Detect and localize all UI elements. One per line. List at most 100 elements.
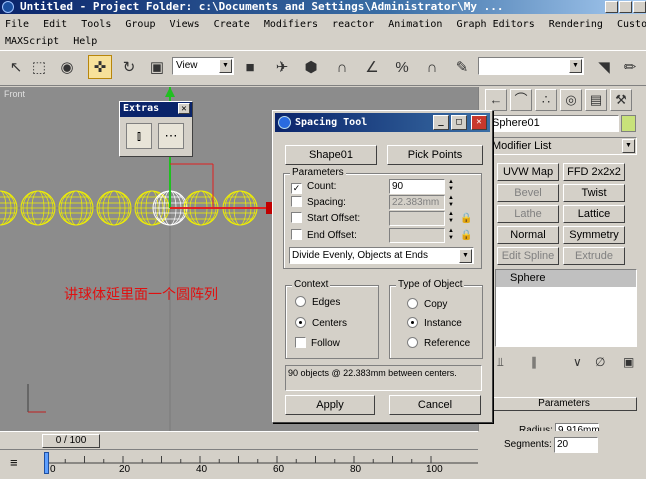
modifier-uvw-map-button[interactable]: UVW Map <box>497 163 559 181</box>
context-follow-option[interactable]: Follow <box>295 337 340 350</box>
reference-radio[interactable] <box>407 337 418 348</box>
utilities-tab-icon[interactable]: ⚒ <box>610 89 632 111</box>
menu-rendering[interactable]: Rendering <box>545 16 607 33</box>
end-offset-spinner[interactable]: ▲ ▼ <box>446 228 456 243</box>
menu-maxscript[interactable]: MAXScript <box>1 33 63 50</box>
type-copy-option[interactable]: Copy <box>407 298 447 311</box>
remove-modifier-icon[interactable]: ∅ <box>595 355 605 369</box>
mirror-icon[interactable]: ◥ <box>592 55 616 79</box>
menu-create[interactable]: Create <box>210 16 254 33</box>
manipulate-icon[interactable]: ✈ <box>270 55 294 79</box>
modifier-ffd-button[interactable]: FFD 2x2x2 <box>563 163 625 181</box>
show-end-result-icon[interactable]: ∥ <box>531 355 537 369</box>
lock-icon[interactable]: 🔒 <box>460 212 472 225</box>
use-pivot-icon[interactable]: ■ <box>238 55 262 79</box>
cancel-button[interactable]: Cancel <box>389 395 481 415</box>
modifier-twist-button[interactable]: Twist <box>563 184 625 202</box>
count-spinner[interactable]: ▲ ▼ <box>446 179 456 194</box>
menu-modifiers[interactable]: Modifiers <box>260 16 322 33</box>
percent-snap-icon[interactable]: % <box>390 55 414 79</box>
menu-animation[interactable]: Animation <box>384 16 446 33</box>
window-crossing-icon[interactable]: ◉ <box>55 55 79 79</box>
object-name-field[interactable]: Sphere01 <box>489 115 619 132</box>
menu-tools[interactable]: Tools <box>77 16 115 33</box>
menu-views[interactable]: Views <box>166 16 204 33</box>
end-offset-checkbox[interactable] <box>291 229 302 240</box>
menu-reactor[interactable]: reactor <box>328 16 378 33</box>
reference-coordinate-select[interactable]: View ▼ <box>172 57 234 75</box>
pin-stack-icon[interactable]: ⫫ <box>497 355 504 370</box>
start-offset-checkbox[interactable] <box>291 212 302 223</box>
motion-tab-icon[interactable]: ◎ <box>560 89 582 111</box>
stack-item-sphere[interactable]: Sphere <box>496 270 636 287</box>
menu-help[interactable]: Help <box>69 33 101 50</box>
time-slider-thumb[interactable]: 0 / 100 <box>42 434 100 448</box>
follow-checkbox[interactable] <box>295 337 306 348</box>
current-frame-marker[interactable] <box>44 452 49 474</box>
edges-radio[interactable] <box>295 296 306 307</box>
extras-toolbar[interactable]: Extras ✕ ⫾ ⋯ <box>119 101 193 157</box>
centers-radio[interactable] <box>295 317 306 328</box>
close-icon[interactable]: ✕ <box>178 103 190 114</box>
select-icon[interactable]: ↖ <box>4 55 28 79</box>
context-centers-option[interactable]: Centers <box>295 317 347 330</box>
close-button[interactable] <box>633 1 646 13</box>
menu-graph-editors[interactable]: Graph Editors <box>452 16 538 33</box>
time-slider[interactable]: 0 / 100 <box>0 431 478 449</box>
move-icon[interactable]: ✜ <box>88 55 112 79</box>
start-offset-spinner[interactable]: ▲ ▼ <box>446 211 456 226</box>
modifier-lathe-button[interactable]: Lathe <box>497 205 559 223</box>
modifier-normal-button[interactable]: Normal <box>497 226 559 244</box>
spinner-snap-icon[interactable]: ∩ <box>420 55 444 79</box>
count-checkbox[interactable]: ✓ <box>291 183 302 194</box>
maximize-button[interactable] <box>619 1 632 13</box>
named-selection-set-field[interactable]: ▼ <box>478 57 584 75</box>
create-tab-icon[interactable]: ← <box>485 89 507 111</box>
spacing-field[interactable]: 22.383mm <box>389 195 445 210</box>
modifier-stack[interactable]: Sphere <box>495 269 637 347</box>
menu-group[interactable]: Group <box>121 16 159 33</box>
end-offset-field[interactable] <box>389 228 445 243</box>
modifier-bevel-button[interactable]: Bevel <box>497 184 559 202</box>
menu-edit[interactable]: Edit <box>39 16 71 33</box>
modifier-lattice-button[interactable]: Lattice <box>563 205 625 223</box>
modifier-list-dropdown[interactable]: Modifier List ▼ <box>489 137 637 155</box>
track-bar[interactable]: ≡ 0 20 40 60 80 100 <box>0 449 478 479</box>
snap-icon[interactable]: ∩ <box>330 55 354 79</box>
menu-customize[interactable]: Customize <box>613 16 646 33</box>
distribution-dropdown[interactable]: Divide Evenly, Objects at Ends ▼ <box>289 247 474 264</box>
modifier-edit-spline-button[interactable]: Edit Spline <box>497 247 559 265</box>
extras-title-bar[interactable]: Extras ✕ <box>120 102 192 117</box>
named-selection-icon[interactable]: ✎ <box>450 55 474 79</box>
type-instance-option[interactable]: Instance <box>407 317 462 330</box>
spacing-checkbox[interactable] <box>291 196 302 207</box>
type-reference-option[interactable]: Reference <box>407 337 470 350</box>
parameters-rollout[interactable]: Parameters <box>491 397 637 411</box>
modifier-symmetry-button[interactable]: Symmetry <box>563 226 625 244</box>
viewport-label[interactable]: Front <box>4 89 25 99</box>
modifier-extrude-button[interactable]: Extrude <box>563 247 625 265</box>
modify-tab-icon[interactable]: ⌒ <box>510 89 532 111</box>
minimize-button[interactable] <box>605 1 618 13</box>
menu-file[interactable]: File <box>1 16 33 33</box>
display-tab-icon[interactable]: ▤ <box>585 89 607 111</box>
dialog-title-bar[interactable]: Spacing Tool _ □ ✕ <box>275 113 490 132</box>
rotate-icon[interactable]: ↻ <box>117 55 141 79</box>
angle-snap-icon[interactable]: ∠ <box>360 55 384 79</box>
align-icon[interactable]: ✏ <box>618 55 642 79</box>
copy-radio[interactable] <box>407 298 418 309</box>
keyboard-shortcut-icon[interactable]: ⬢ <box>299 55 323 79</box>
pick-path-button[interactable]: Shape01 <box>285 145 377 165</box>
make-unique-icon[interactable]: ∨ <box>573 355 582 369</box>
lock-icon[interactable]: 🔒 <box>460 229 472 242</box>
context-edges-option[interactable]: Edges <box>295 296 340 309</box>
start-offset-field[interactable] <box>389 211 445 226</box>
spacing-spinner[interactable]: ▲ ▼ <box>446 195 456 210</box>
instance-radio[interactable] <box>407 317 418 328</box>
array-icon[interactable]: ⫾ <box>126 123 152 149</box>
hierarchy-tab-icon[interactable]: ∴ <box>535 89 557 111</box>
apply-button[interactable]: Apply <box>285 395 375 415</box>
configure-sets-icon[interactable]: ▣ <box>623 355 634 369</box>
maximize-icon[interactable]: □ <box>451 115 467 130</box>
spacing-tool-icon[interactable]: ⋯ <box>158 123 184 149</box>
